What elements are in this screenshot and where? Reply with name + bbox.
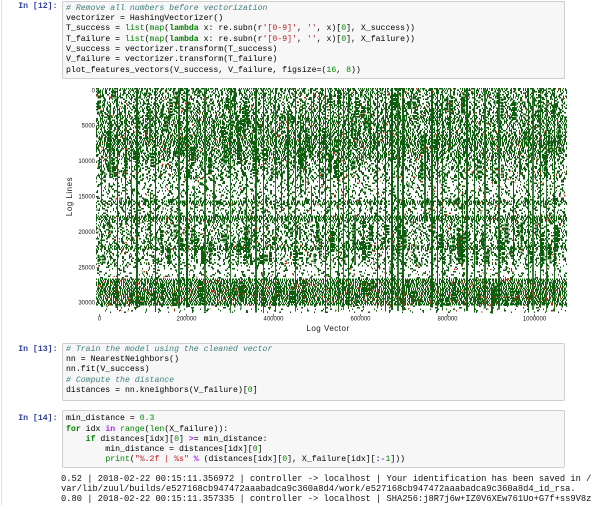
svg-text:25000: 25000 [78, 265, 95, 271]
svg-text:1000000: 1000000 [523, 317, 547, 323]
svg-text:30000: 30000 [78, 301, 95, 307]
svg-text:0: 0 [92, 88, 96, 94]
svg-text:Log Lines: Log Lines [65, 177, 74, 216]
svg-text:800000: 800000 [437, 317, 458, 323]
svg-text:600000: 600000 [350, 317, 371, 323]
svg-text:Log Vector: Log Vector [306, 324, 349, 333]
svg-text:20000: 20000 [78, 230, 95, 236]
svg-text:0: 0 [98, 317, 102, 323]
svg-text:400000: 400000 [263, 317, 284, 323]
svg-text:10000: 10000 [78, 159, 95, 165]
svg-text:200000: 200000 [176, 317, 197, 323]
svg-text:5000: 5000 [82, 124, 96, 130]
svg-text:15000: 15000 [78, 195, 95, 201]
